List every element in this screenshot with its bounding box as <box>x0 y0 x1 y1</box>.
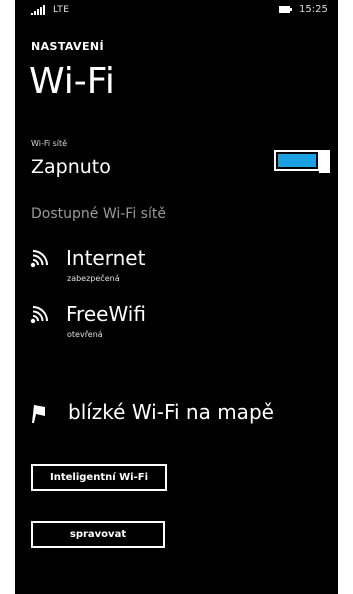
network-security: otevřená <box>67 330 103 339</box>
phone-screen: LTE 15:25 NASTAVENÍ Wi-Fi Wi-Fi sítě Zap… <box>15 0 338 594</box>
wifi-toggle-state: Zapnuto <box>31 156 111 178</box>
status-bar: LTE 15:25 <box>15 0 338 22</box>
network-name: FreeWifi <box>66 302 146 326</box>
wifi-signal-icon <box>30 306 48 324</box>
map-flag-icon <box>32 405 45 423</box>
network-type-label: LTE <box>53 5 70 15</box>
network-item-freewifi[interactable]: FreeWifi otevřená <box>15 302 338 346</box>
battery-icon <box>279 6 292 13</box>
page-title: Wi-Fi <box>29 61 115 102</box>
wifi-signal-icon <box>30 250 48 268</box>
toggle-thumb[interactable] <box>319 150 330 173</box>
map-link-label: blízké Wi-Fi na mapě <box>68 400 274 424</box>
nearby-wifi-map-link[interactable]: blízké Wi-Fi na mapě <box>15 398 338 430</box>
toggle-fill <box>278 154 316 167</box>
app-title: NASTAVENÍ <box>31 40 104 53</box>
wifi-toggle-caption: Wi-Fi sítě <box>31 139 68 148</box>
wifi-toggle-switch[interactable] <box>274 150 330 173</box>
status-clock: 15:25 <box>299 4 328 15</box>
smart-wifi-button[interactable]: Inteligentní Wi-Fi <box>31 464 167 491</box>
network-security: zabezpečená <box>67 274 120 283</box>
network-name: Internet <box>66 246 146 270</box>
network-item-internet[interactable]: Internet zabezpečená <box>15 246 338 290</box>
manage-button[interactable]: spravovat <box>31 521 165 548</box>
signal-icon <box>31 5 45 15</box>
available-networks-header: Dostupné Wi-Fi sítě <box>31 206 166 222</box>
